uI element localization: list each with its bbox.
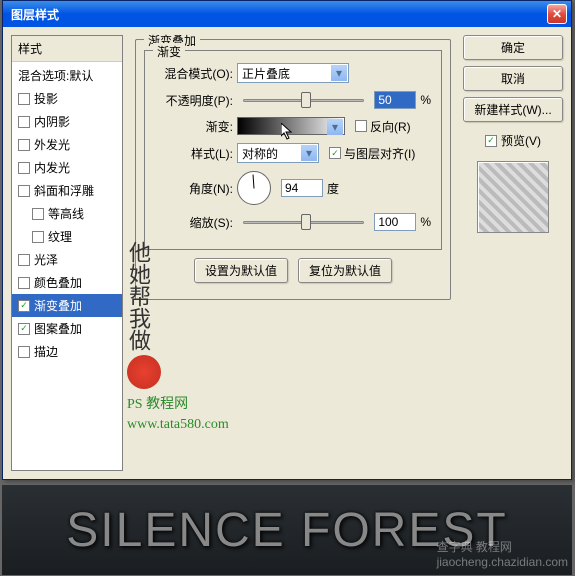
- chevron-down-icon: ▾: [331, 65, 347, 81]
- settings-panel: 渐变叠加 渐变 混合模式(O): 正片叠底 ▾ 不透明度(P):: [131, 35, 455, 471]
- checkbox-icon: [18, 323, 30, 335]
- titlebar: 图层样式 ✕: [3, 1, 571, 27]
- align-label: 与图层对齐(I): [344, 145, 415, 162]
- checkbox-icon: [485, 135, 497, 147]
- scale-label: 缩放(S):: [155, 214, 233, 231]
- style-item-label: 渐变叠加: [34, 297, 82, 314]
- styles-header: 样式: [12, 36, 122, 62]
- scale-slider[interactable]: [243, 221, 364, 224]
- style-item-label: 图案叠加: [34, 320, 82, 337]
- style-item-label: 颜色叠加: [34, 274, 82, 291]
- style-item[interactable]: 光泽: [12, 248, 122, 271]
- checkbox-icon: [18, 254, 30, 266]
- result-preview: SILENCE FOREST 查字典 教程网 jiaocheng.chazidi…: [2, 485, 572, 575]
- opacity-input[interactable]: 50: [374, 91, 416, 109]
- checkbox-icon: [329, 147, 341, 159]
- ok-button[interactable]: 确定: [463, 35, 563, 60]
- style-item[interactable]: 渐变叠加: [12, 294, 122, 317]
- set-default-button[interactable]: 设置为默认值: [194, 258, 288, 283]
- close-icon: ✕: [552, 7, 562, 21]
- angle-dial[interactable]: [237, 171, 271, 205]
- style-item[interactable]: 等高线: [12, 202, 122, 225]
- checkbox-icon: [18, 346, 30, 358]
- style-item-label: 内发光: [34, 159, 70, 176]
- slider-thumb[interactable]: [301, 92, 311, 108]
- style-value: 对称的: [242, 145, 278, 162]
- scale-unit: %: [420, 215, 431, 229]
- blend-mode-value: 正片叠底: [242, 65, 290, 82]
- checkbox-icon: [355, 120, 367, 132]
- action-panel: 确定 取消 新建样式(W)... 预览(V): [463, 35, 563, 471]
- style-item-label: 内阴影: [34, 113, 70, 130]
- blend-mode-label: 混合模式(O):: [155, 65, 233, 82]
- credit: 查字典 教程网 jiaocheng.chazidian.com: [437, 538, 568, 569]
- style-item-label: 外发光: [34, 136, 70, 153]
- gradient-picker[interactable]: ▾: [237, 117, 345, 135]
- style-item[interactable]: 斜面和浮雕: [12, 179, 122, 202]
- styles-list: 样式 混合选项:默认 投影内阴影外发光内发光斜面和浮雕等高线纹理光泽颜色叠加渐变…: [11, 35, 123, 471]
- angle-unit: 度: [327, 180, 339, 197]
- style-item-label: 纹理: [48, 228, 72, 245]
- blending-options-row[interactable]: 混合选项:默认: [12, 64, 122, 87]
- style-item[interactable]: 描边: [12, 340, 122, 363]
- window-title: 图层样式: [7, 6, 547, 23]
- gradient-label: 渐变:: [155, 118, 233, 135]
- style-item[interactable]: 图案叠加: [12, 317, 122, 340]
- style-item[interactable]: 外发光: [12, 133, 122, 156]
- cancel-button[interactable]: 取消: [463, 66, 563, 91]
- inner-group-title: 渐变: [153, 43, 185, 60]
- preview-label: 预览(V): [501, 132, 541, 149]
- close-button[interactable]: ✕: [547, 4, 567, 24]
- checkbox-icon: [18, 300, 30, 312]
- preview-checkbox[interactable]: 预览(V): [463, 132, 563, 149]
- checkbox-icon: [32, 208, 44, 220]
- scale-input[interactable]: 100: [374, 213, 416, 231]
- opacity-label: 不透明度(P):: [155, 92, 233, 109]
- angle-input[interactable]: 94: [281, 179, 323, 197]
- chevron-down-icon: ▾: [301, 145, 317, 161]
- blend-mode-combo[interactable]: 正片叠底 ▾: [237, 63, 349, 83]
- opacity-unit: %: [420, 93, 431, 107]
- style-item-label: 投影: [34, 90, 58, 107]
- checkbox-icon: [18, 116, 30, 128]
- checkbox-icon: [32, 231, 44, 243]
- reset-default-button[interactable]: 复位为默认值: [298, 258, 392, 283]
- checkbox-icon: [18, 93, 30, 105]
- checkbox-icon: [18, 277, 30, 289]
- style-item[interactable]: 纹理: [12, 225, 122, 248]
- align-checkbox[interactable]: 与图层对齐(I): [329, 145, 415, 162]
- blending-options-label: 混合选项:默认: [18, 67, 93, 84]
- style-item-label: 斜面和浮雕: [34, 182, 94, 199]
- style-item-label: 等高线: [48, 205, 84, 222]
- checkbox-icon: [18, 162, 30, 174]
- checkbox-icon: [18, 185, 30, 197]
- reverse-checkbox[interactable]: 反向(R): [355, 118, 411, 135]
- chevron-down-icon: ▾: [327, 119, 343, 135]
- opacity-slider[interactable]: [243, 99, 364, 102]
- style-item[interactable]: 内阴影: [12, 110, 122, 133]
- style-item-label: 描边: [34, 343, 58, 360]
- slider-thumb[interactable]: [301, 214, 311, 230]
- style-label: 样式(L):: [155, 145, 233, 162]
- style-item-label: 光泽: [34, 251, 58, 268]
- new-style-button[interactable]: 新建样式(W)...: [463, 97, 563, 122]
- style-item[interactable]: 投影: [12, 87, 122, 110]
- preview-thumbnail: [477, 161, 549, 233]
- reverse-label: 反向(R): [370, 118, 411, 135]
- angle-label: 角度(N):: [155, 180, 233, 197]
- style-combo[interactable]: 对称的 ▾: [237, 143, 319, 163]
- style-item[interactable]: 内发光: [12, 156, 122, 179]
- style-item[interactable]: 颜色叠加: [12, 271, 122, 294]
- checkbox-icon: [18, 139, 30, 151]
